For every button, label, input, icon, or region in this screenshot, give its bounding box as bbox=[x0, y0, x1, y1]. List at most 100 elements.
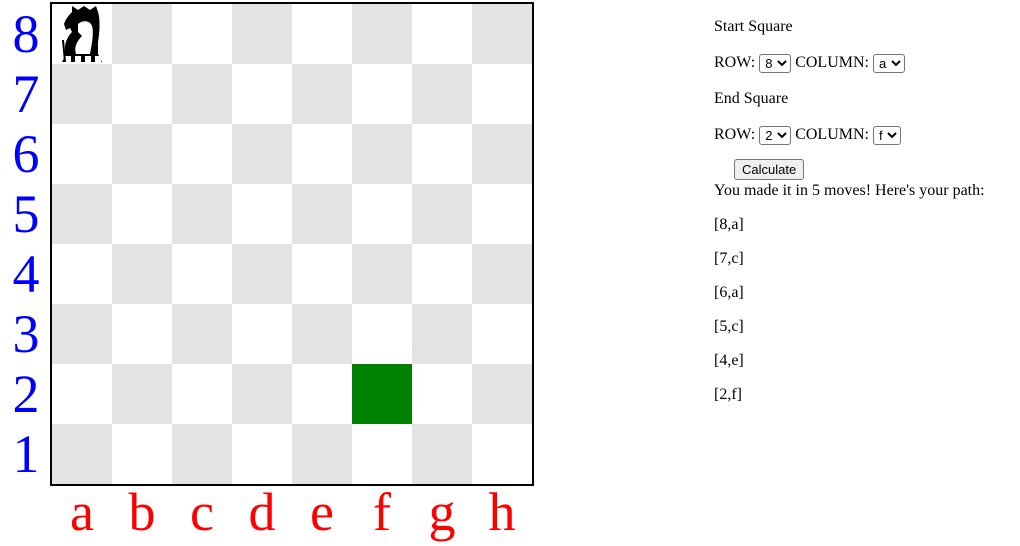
control-panel: Start Square ROW: 8 COLUMN: a End Square… bbox=[714, 16, 1014, 406]
square-f4[interactable] bbox=[352, 244, 412, 304]
square-h4[interactable] bbox=[472, 244, 532, 304]
square-g1[interactable] bbox=[412, 424, 472, 484]
start-column-label: COLUMN: bbox=[795, 54, 869, 71]
square-d4[interactable] bbox=[232, 244, 292, 304]
square-a8[interactable] bbox=[52, 4, 112, 64]
square-a1[interactable] bbox=[52, 424, 112, 484]
square-c7[interactable] bbox=[172, 64, 232, 124]
square-f7[interactable] bbox=[352, 64, 412, 124]
square-c5[interactable] bbox=[172, 184, 232, 244]
square-f3[interactable] bbox=[352, 304, 412, 364]
square-d1[interactable] bbox=[232, 424, 292, 484]
square-b4[interactable] bbox=[112, 244, 172, 304]
square-f6[interactable] bbox=[352, 124, 412, 184]
file-label: d bbox=[248, 482, 276, 542]
file-label: h bbox=[488, 482, 516, 542]
path-step: [7,c] bbox=[714, 250, 744, 267]
square-f1[interactable] bbox=[352, 424, 412, 484]
start-column-select[interactable]: a bbox=[872, 53, 905, 73]
square-e8[interactable] bbox=[292, 4, 352, 64]
rank-label: 3 bbox=[12, 304, 40, 364]
rank-label: 2 bbox=[12, 364, 40, 424]
file-label: f bbox=[373, 482, 391, 542]
knight-icon[interactable] bbox=[52, 4, 112, 64]
path-step: [6,a] bbox=[714, 284, 744, 301]
start-row-select[interactable]: 8 bbox=[759, 53, 792, 73]
rank-label: 7 bbox=[12, 64, 40, 124]
square-h6[interactable] bbox=[472, 124, 532, 184]
end-square-heading: End Square bbox=[714, 90, 789, 107]
square-d3[interactable] bbox=[232, 304, 292, 364]
path-step: [2,f] bbox=[714, 386, 742, 403]
square-a3[interactable] bbox=[52, 304, 112, 364]
square-b5[interactable] bbox=[112, 184, 172, 244]
square-g4[interactable] bbox=[412, 244, 472, 304]
calculate-button[interactable]: Calculate bbox=[734, 159, 805, 180]
square-b2[interactable] bbox=[112, 364, 172, 424]
end-row-select[interactable]: 2 bbox=[759, 125, 792, 145]
file-label: g bbox=[428, 482, 456, 542]
square-b1[interactable] bbox=[112, 424, 172, 484]
square-d5[interactable] bbox=[232, 184, 292, 244]
square-e1[interactable] bbox=[292, 424, 352, 484]
square-b3[interactable] bbox=[112, 304, 172, 364]
start-row-label: ROW: bbox=[714, 54, 756, 71]
square-f8[interactable] bbox=[352, 4, 412, 64]
square-d2[interactable] bbox=[232, 364, 292, 424]
square-h3[interactable] bbox=[472, 304, 532, 364]
square-g8[interactable] bbox=[412, 4, 472, 64]
square-e3[interactable] bbox=[292, 304, 352, 364]
square-a7[interactable] bbox=[52, 64, 112, 124]
square-g2[interactable] bbox=[412, 364, 472, 424]
square-a4[interactable] bbox=[52, 244, 112, 304]
square-b8[interactable] bbox=[112, 4, 172, 64]
square-h5[interactable] bbox=[472, 184, 532, 244]
path-step: [8,a] bbox=[714, 216, 744, 233]
rank-label: 6 bbox=[12, 124, 40, 184]
end-column-select[interactable]: f bbox=[872, 125, 901, 145]
start-square-selectors: ROW: 8 COLUMN: a bbox=[714, 51, 1014, 75]
square-e6[interactable] bbox=[292, 124, 352, 184]
square-c8[interactable] bbox=[172, 4, 232, 64]
square-g3[interactable] bbox=[412, 304, 472, 364]
square-h8[interactable] bbox=[472, 4, 532, 64]
square-g7[interactable] bbox=[412, 64, 472, 124]
square-f2[interactable] bbox=[352, 364, 412, 424]
chess-board bbox=[50, 2, 534, 486]
end-column-label: COLUMN: bbox=[795, 126, 869, 143]
square-b7[interactable] bbox=[112, 64, 172, 124]
square-a2[interactable] bbox=[52, 364, 112, 424]
square-d6[interactable] bbox=[232, 124, 292, 184]
square-g6[interactable] bbox=[412, 124, 472, 184]
end-row-label: ROW: bbox=[714, 126, 756, 143]
square-a5[interactable] bbox=[52, 184, 112, 244]
square-c1[interactable] bbox=[172, 424, 232, 484]
square-e4[interactable] bbox=[292, 244, 352, 304]
square-c3[interactable] bbox=[172, 304, 232, 364]
rank-label: 1 bbox=[12, 424, 40, 484]
result-message: You made it in 5 moves! Here's your path… bbox=[714, 182, 985, 199]
rank-labels: 8 7 6 5 4 3 2 1 bbox=[0, 4, 52, 484]
square-d8[interactable] bbox=[232, 4, 292, 64]
square-b6[interactable] bbox=[112, 124, 172, 184]
rank-label: 4 bbox=[12, 244, 40, 304]
file-label: c bbox=[190, 482, 214, 542]
square-d7[interactable] bbox=[232, 64, 292, 124]
square-g5[interactable] bbox=[412, 184, 472, 244]
rank-label: 8 bbox=[12, 4, 40, 64]
square-h2[interactable] bbox=[472, 364, 532, 424]
square-h7[interactable] bbox=[472, 64, 532, 124]
square-e7[interactable] bbox=[292, 64, 352, 124]
path-step: [5,c] bbox=[714, 318, 744, 335]
square-e5[interactable] bbox=[292, 184, 352, 244]
square-c6[interactable] bbox=[172, 124, 232, 184]
rank-label: 5 bbox=[12, 184, 40, 244]
square-f5[interactable] bbox=[352, 184, 412, 244]
square-c4[interactable] bbox=[172, 244, 232, 304]
file-labels: a b c d e f g h bbox=[52, 484, 532, 540]
file-label: a bbox=[70, 482, 94, 542]
square-h1[interactable] bbox=[472, 424, 532, 484]
square-a6[interactable] bbox=[52, 124, 112, 184]
square-c2[interactable] bbox=[172, 364, 232, 424]
square-e2[interactable] bbox=[292, 364, 352, 424]
